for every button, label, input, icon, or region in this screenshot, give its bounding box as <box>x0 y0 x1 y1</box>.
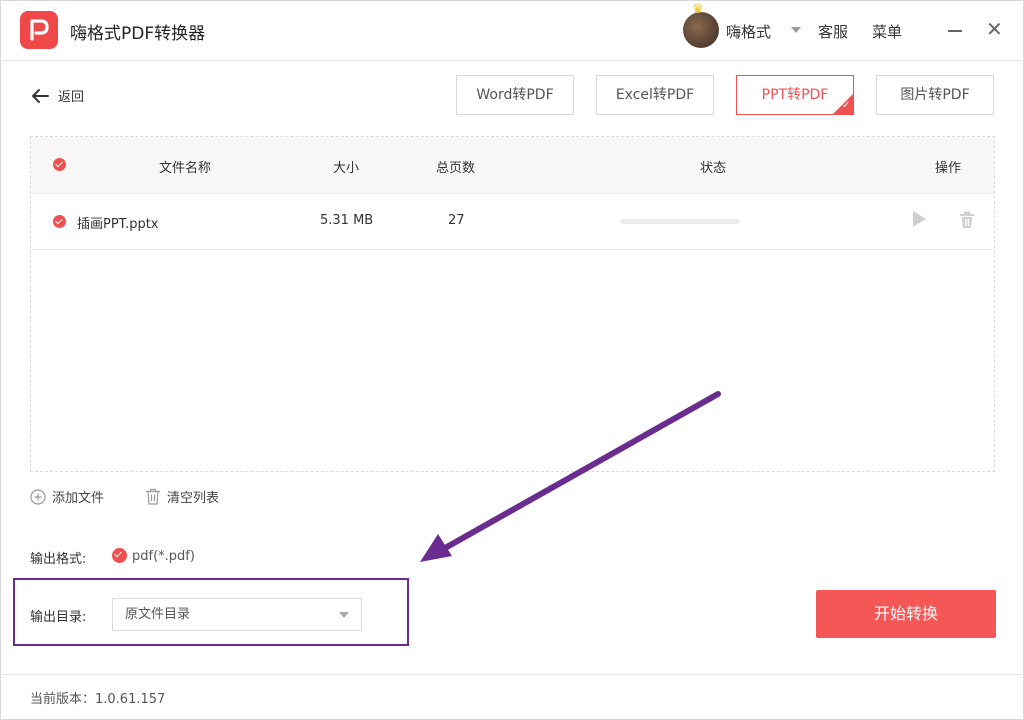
version-label: 当前版本：1.0.61.157 <box>30 692 166 707</box>
back-label: 返回 <box>58 90 85 105</box>
close-icon[interactable]: ✕ <box>986 19 1003 39</box>
format-check-icon[interactable] <box>112 548 127 563</box>
menu-button[interactable]: 菜单 <box>872 21 902 42</box>
tab-label: Word转PDF <box>476 87 554 103</box>
column-header-actions: 操作 <box>935 161 962 176</box>
user-name[interactable]: 嗨格式 <box>726 21 771 42</box>
title-bar: 嗨格式PDF转换器 ♛ 嗨格式 客服 菜单 ✕ <box>0 0 1024 61</box>
output-format-value: pdf(*.pdf) <box>132 549 195 564</box>
column-header-name: 文件名称 <box>159 161 212 176</box>
start-convert-button[interactable]: 开始转换 <box>816 590 996 638</box>
clear-list-label: 清空列表 <box>167 491 220 506</box>
page-count: 27 <box>448 213 465 228</box>
tab-image-to-pdf[interactable]: 图片转PDF <box>876 75 994 115</box>
tab-label: PPT转PDF <box>761 87 829 103</box>
app-title: 嗨格式PDF转换器 <box>70 24 206 44</box>
avatar[interactable] <box>683 12 719 48</box>
tab-word-to-pdf[interactable]: Word转PDF <box>456 75 574 115</box>
file-table: 文件名称 大小 总页数 状态 操作 插画PPT.pptx 5.31 MB 27 <box>30 136 995 472</box>
app-logo-icon <box>20 11 58 49</box>
column-header-size: 大小 <box>333 161 360 176</box>
plus-circle-icon <box>30 488 46 505</box>
progress-bar <box>620 219 740 224</box>
tab-label: Excel转PDF <box>615 87 695 103</box>
add-file-label: 添加文件 <box>52 491 105 506</box>
tab-ppt-to-pdf[interactable]: PPT转PDF ✓ <box>736 75 854 115</box>
output-directory-label: 输出目录: <box>30 610 87 625</box>
chevron-down-icon[interactable] <box>339 612 349 618</box>
minimize-icon[interactable] <box>948 30 962 32</box>
trash-icon[interactable] <box>959 211 975 229</box>
chevron-down-icon[interactable] <box>791 27 801 33</box>
output-directory-select[interactable]: 原文件目录 <box>112 598 362 631</box>
select-all-checkbox[interactable] <box>53 158 66 171</box>
column-header-status: 状态 <box>700 161 727 176</box>
file-size: 5.31 MB <box>320 213 374 228</box>
footer-divider <box>0 674 1024 675</box>
trash-icon <box>146 488 160 505</box>
play-icon[interactable] <box>913 211 926 227</box>
arrow-left-icon <box>32 88 49 103</box>
output-format-label: 输出格式: <box>30 552 87 567</box>
tab-excel-to-pdf[interactable]: Excel转PDF <box>596 75 714 115</box>
table-row[interactable]: 插画PPT.pptx 5.31 MB 27 <box>31 193 994 250</box>
table-header: 文件名称 大小 总页数 状态 操作 <box>31 137 994 194</box>
row-checkbox[interactable] <box>53 215 66 228</box>
column-header-pages: 总页数 <box>436 161 476 176</box>
customer-service-button[interactable]: 客服 <box>818 21 848 42</box>
back-button[interactable]: 返回 <box>30 86 84 105</box>
selected-check-icon: ✓ <box>832 93 854 115</box>
file-name: 插画PPT.pptx <box>77 217 159 232</box>
vip-crown-icon: ♛ <box>692 2 704 17</box>
clear-list-button[interactable]: 清空列表 <box>145 487 219 506</box>
add-file-button[interactable]: 添加文件 <box>30 487 104 506</box>
tab-label: 图片转PDF <box>900 87 970 103</box>
output-directory-value: 原文件目录 <box>125 607 191 622</box>
